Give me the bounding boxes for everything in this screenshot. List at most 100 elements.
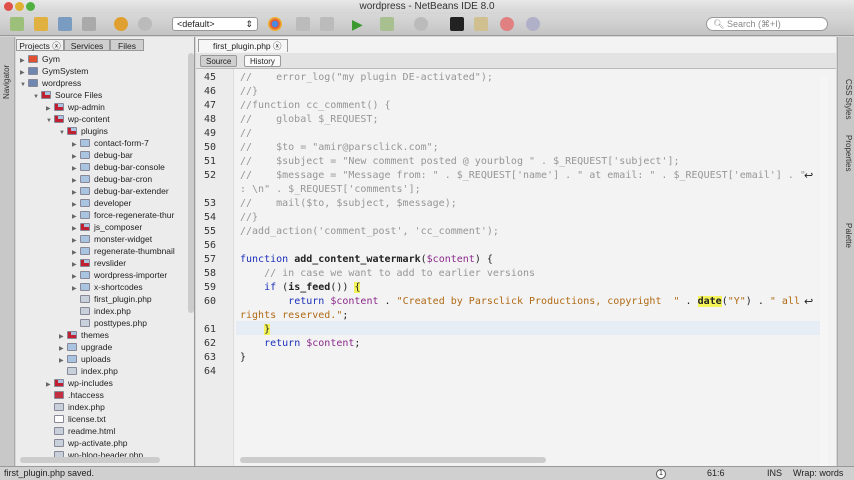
code-line[interactable]: // mail($to, $subject, $message); [240,197,457,211]
close-window-button[interactable] [4,2,13,11]
tree-item[interactable]: license.txt [46,413,106,425]
notifications-badge[interactable]: 1 [656,469,666,479]
minimize-window-button[interactable] [15,2,24,11]
tree-item-label: wordpress [42,78,82,88]
tree-item[interactable]: wp-activate.php [46,437,128,449]
clean-build-icon[interactable] [320,17,334,31]
code-token: "Y" [727,296,746,307]
tree-item[interactable]: ▶ debug-bar-cron [72,173,152,185]
tree-horizontal-scrollbar[interactable] [20,457,160,463]
debug-icon[interactable] [380,17,394,31]
code-line[interactable]: if (is_feed()) { [240,281,361,295]
tree-item[interactable]: posttypes.php [72,317,147,329]
tree-item[interactable]: ▶ debug-bar [72,149,133,161]
line-number: 45 [203,72,216,83]
tree-item[interactable]: ▶ debug-bar-console [72,161,165,173]
navigator-tab[interactable]: Navigator [2,65,11,99]
tree-item[interactable]: first_plugin.php [72,293,152,305]
code-line[interactable]: function add_content_watermark($content)… [240,253,493,267]
code-line[interactable]: } [240,351,246,365]
tree-item[interactable]: ▼ wp-content [46,113,110,125]
code-line[interactable]: return $content . "Created by Parsclick … [240,295,800,309]
expand-arrow-icon[interactable]: ▼ [20,79,28,91]
code-line[interactable]: // [240,127,252,141]
zoom-window-button[interactable] [26,2,35,11]
tree-item[interactable]: ▶ wp-admin [46,101,105,113]
expand-arrow-icon[interactable]: ▼ [33,91,41,103]
code-line[interactable]: // $message = "Message from: " . $_REQUE… [240,169,806,183]
css-styles-tab[interactable]: CSS Styles [844,79,853,119]
expand-arrow-icon[interactable]: ▼ [46,115,54,127]
tree-item[interactable]: ▶ debug-bar-extender [72,185,169,197]
code-line[interactable]: } [240,323,271,337]
editor-tab-first-plugin[interactable]: first_plugin.php ⓧ [198,39,288,52]
tree-item[interactable]: ▶ Gym [20,53,60,65]
folder-icon [80,187,90,195]
tree-item[interactable]: ▶ uploads [59,353,111,365]
tab-projects[interactable]: Projects ⓧ [16,39,64,51]
expand-arrow-icon[interactable]: ▼ [59,127,67,139]
tree-item[interactable]: ▶ themes [59,329,109,341]
tree-item[interactable]: ▼ plugins [59,125,108,137]
tree-item[interactable]: ▶ js_composer [72,221,142,233]
code-line[interactable]: // in case we want to add to earlier ver… [240,267,535,281]
tree-item[interactable]: ▶ developer [72,197,131,209]
tree-item[interactable]: ▼ wordpress [20,77,81,89]
tree-item[interactable]: ▶ force-regenerate-thur [72,209,174,221]
settings-icon[interactable] [526,17,540,31]
tree-item[interactable]: index.php [59,365,118,377]
tree-item[interactable]: ▶ x-shortcodes [72,281,143,293]
terminal-icon[interactable] [450,17,464,31]
tab-files[interactable]: Files [110,39,144,51]
memory-icon[interactable] [474,17,488,31]
properties-tab[interactable]: Properties [844,135,853,171]
code-line[interactable]: // error_log("my plugin DE-activated"); [240,71,493,85]
tree-item[interactable]: ▶ upgrade [59,341,112,353]
code-line[interactable]: //} [240,85,258,99]
tree-item[interactable]: ▶ monster-widget [72,233,152,245]
tree-item[interactable]: ▶ GymSystem [20,65,88,77]
tree-vertical-scrollbar[interactable] [188,53,194,313]
tree-item[interactable]: ▶ revslider [72,257,126,269]
code-token: // mail($to, $subject, $message); [240,198,457,209]
tree-item[interactable]: index.php [46,401,105,413]
tree-item[interactable]: ▶ regenerate-thumbnail [72,245,175,257]
browser-icon[interactable] [268,17,282,31]
code-line[interactable]: return $content; [240,337,360,351]
code-token: is_feed [288,282,331,293]
redo-icon[interactable] [138,17,152,31]
run-icon[interactable]: ▶ [352,16,363,33]
build-icon[interactable] [296,17,310,31]
new-file-icon[interactable] [10,17,24,31]
code-line[interactable]: // global $_REQUEST; [240,113,378,127]
code-line[interactable]: // $to = "amir@parsclick.com"; [240,141,439,155]
tree-item[interactable]: .htaccess [46,389,104,401]
source-button[interactable]: Source [200,55,238,67]
tree-item[interactable]: ▶ contact-form-7 [72,137,149,149]
code-line[interactable]: // $subject = "New comment posted @ your… [240,155,680,169]
tree-item[interactable]: ▼ Source Files [33,89,102,101]
search-input[interactable]: 🔍︎ Search (⌘+I) [706,17,828,31]
tree-item[interactable]: ▶ wordpress-importer [72,269,167,281]
code-line[interactable]: //function cc_comment() { [240,99,391,113]
tree-item[interactable]: readme.html [46,425,115,437]
tab-services[interactable]: Services [64,39,110,51]
code-line[interactable]: //} [240,211,258,225]
editor-vertical-scrollbar[interactable] [820,77,828,477]
open-project-icon[interactable] [58,17,72,31]
editor-toolbar: Source History [196,53,836,69]
undo-icon[interactable] [114,17,128,31]
tree-item[interactable]: ▶ wp-includes [46,377,113,389]
save-all-icon[interactable] [82,17,96,31]
editor-horizontal-scrollbar[interactable] [236,457,820,465]
profile-icon[interactable] [414,17,428,31]
code-line[interactable]: : \n" . $_REQUEST['comments']; [240,183,421,197]
history-button[interactable]: History [244,55,281,67]
new-project-icon[interactable] [34,17,48,31]
tools-icon[interactable] [500,17,514,31]
code-line[interactable]: //add_action('comment_post', 'cc_comment… [240,225,499,239]
palette-tab[interactable]: Palette [844,223,853,248]
tree-item[interactable]: index.php [72,305,131,317]
configuration-select[interactable]: <default> ⇕ [172,17,258,31]
code-line[interactable]: rights reserved."; [240,309,348,323]
